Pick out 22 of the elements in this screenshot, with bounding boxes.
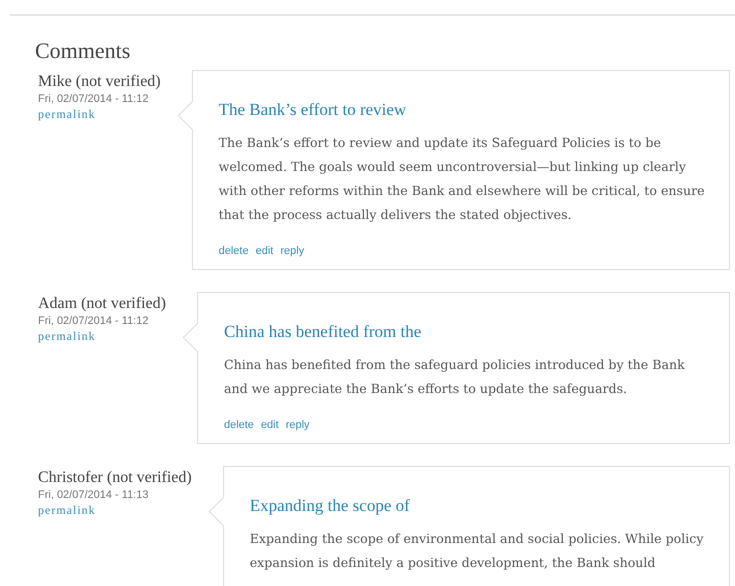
comment-title[interactable]: The Bank’s effort to review (218, 99, 707, 121)
comment-date: Fri, 02/07/2014 - 11:13 (38, 489, 150, 501)
permalink-link[interactable]: permalink (38, 329, 96, 344)
comment-title[interactable]: Expanding the scope of (250, 495, 707, 517)
author-name: Christofer (not verified) (38, 468, 192, 488)
comment-title[interactable]: China has benefited from the (224, 321, 707, 343)
author-name: Mike (not verified) (38, 72, 161, 92)
comment-action-link[interactable]: edit (256, 245, 274, 257)
permalink-link[interactable]: permalink (38, 107, 96, 122)
comment-body: Expanding the scope of environmental and social policies. While policy expansion is definitely a positive development, the Bank should (250, 530, 704, 572)
comments-heading: Comments (35, 38, 132, 64)
comment-action-link[interactable]: delete (224, 419, 254, 431)
comment-action-link[interactable]: reply (286, 419, 310, 431)
author-name: Adam (not verified) (38, 294, 166, 314)
comment-action-link[interactable]: reply (280, 245, 304, 257)
comment-body: China has benefited from the safeguard policies introduced by the Bank and we appreciate the Bank’s efforts to update the safeguards. (224, 356, 686, 398)
comment-action-link[interactable]: edit (260, 419, 279, 431)
comment-date: Fri, 02/07/2014 - 11:12 (38, 315, 150, 327)
comment-body: The Bank’s effort to review and update its Safeguard Policies is to be welcomed. The goals would seem uncontroversial—but linking up clearly with other reforms within the Bank and elsewhere will be critical, to ensure that the process actually delivers the stated objectives. (218, 134, 706, 224)
permalink-link[interactable]: permalink (38, 503, 96, 518)
comment-date: Fri, 02/07/2014 - 11:12 (38, 93, 150, 105)
comment-action-link[interactable]: delete (218, 245, 249, 257)
